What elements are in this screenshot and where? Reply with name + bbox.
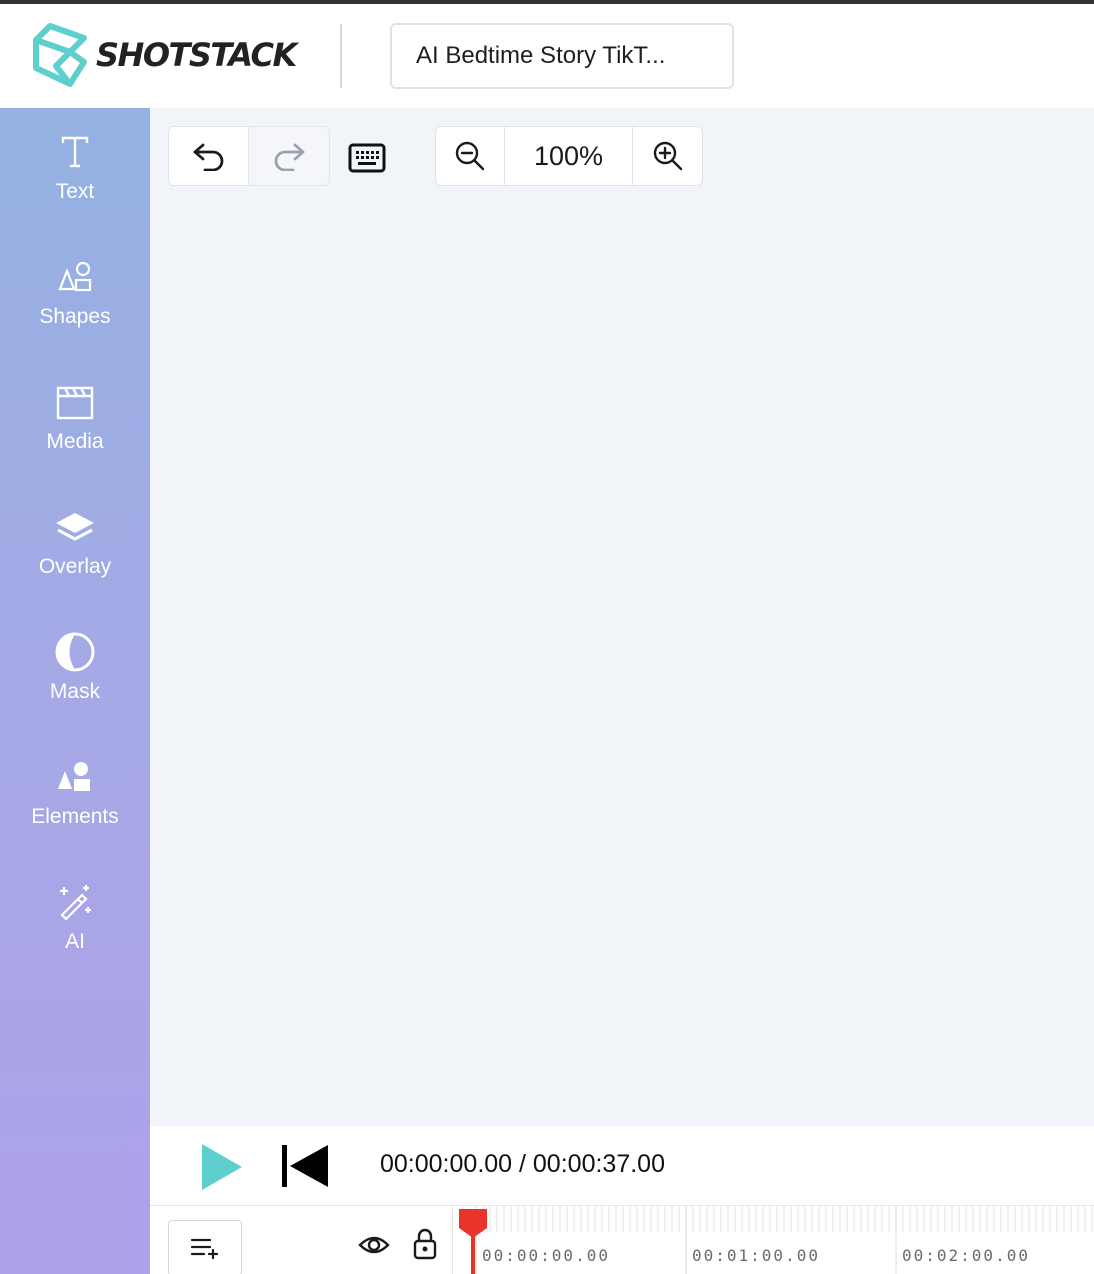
undo-icon xyxy=(193,143,223,171)
shapes-icon xyxy=(53,255,97,299)
ruler-tick-label: 00:02:00.00 xyxy=(902,1246,1030,1265)
zoom-level: 100% xyxy=(505,127,633,185)
ruler-tick-label: 00:01:00.00 xyxy=(692,1246,820,1265)
play-icon xyxy=(202,1144,242,1190)
zoom-controls: 100% xyxy=(435,126,703,186)
media-icon xyxy=(53,380,97,424)
sidebar-item-elements[interactable]: Elements xyxy=(0,733,150,843)
track-controls-divider xyxy=(452,1206,453,1274)
skip-to-start-button[interactable] xyxy=(280,1144,330,1188)
playhead[interactable] xyxy=(456,1206,490,1274)
toggle-visibility-button[interactable] xyxy=(358,1232,390,1258)
time-readout: 00:00:00.00 / 00:00:37.00 xyxy=(380,1150,665,1178)
overlay-icon xyxy=(53,505,97,549)
sidebar-item-overlay[interactable]: Overlay xyxy=(0,483,150,593)
timeline: 00:00:00.00 00:01:00.00 00:02:00.00 xyxy=(150,1206,1094,1274)
sidebar-item-mask[interactable]: Mask xyxy=(0,608,150,718)
timeline-ruler[interactable]: 00:00:00.00 00:01:00.00 00:02:00.00 xyxy=(468,1206,1094,1274)
sidebar-item-label: Text xyxy=(55,180,95,203)
header-divider xyxy=(340,24,342,88)
sidebar-item-ai[interactable]: AI xyxy=(0,858,150,968)
sidebar-item-label: Shapes xyxy=(39,305,111,328)
zoom-out-icon xyxy=(455,141,485,171)
brand-wordmark: SHOTSTACK xyxy=(96,36,297,74)
shotstack-logo[interactable]: SHOTSTACK xyxy=(30,22,297,88)
editor-canvas[interactable] xyxy=(150,108,1094,1126)
lock-icon xyxy=(413,1228,437,1260)
sidebar-item-label: Elements xyxy=(31,805,119,828)
play-button[interactable] xyxy=(200,1142,244,1192)
add-track-icon xyxy=(190,1238,219,1260)
eye-icon xyxy=(358,1236,390,1254)
keyboard-icon xyxy=(348,143,386,173)
sidebar-item-label: Media xyxy=(46,430,104,453)
ruler-tick-label: 00:00:00.00 xyxy=(482,1246,610,1265)
playhead-marker-icon xyxy=(459,1209,487,1274)
playback-bar: 00:00:00.00 / 00:00:37.00 xyxy=(150,1126,1094,1206)
ai-wand-icon xyxy=(53,880,97,924)
undo-button[interactable] xyxy=(169,127,249,185)
add-track-button[interactable] xyxy=(168,1220,242,1274)
toggle-lock-button[interactable] xyxy=(412,1228,438,1260)
tools-sidebar: Text Shapes Media Overlay Mask Elements xyxy=(0,108,150,1274)
sidebar-item-media[interactable]: Media xyxy=(0,358,150,468)
sidebar-item-label: AI xyxy=(65,930,85,953)
redo-button[interactable] xyxy=(249,127,329,185)
mask-icon xyxy=(53,630,97,674)
sidebar-item-text[interactable]: Text xyxy=(0,108,150,218)
zoom-in-icon xyxy=(653,141,682,171)
project-title-field[interactable]: AI Bedtime Story TikT... xyxy=(390,23,734,89)
sidebar-item-label: Overlay xyxy=(38,555,112,578)
app-header: SHOTSTACK AI Bedtime Story TikT... xyxy=(0,4,1094,108)
skip-back-icon xyxy=(282,1145,328,1187)
zoom-in-button[interactable] xyxy=(633,127,702,185)
elements-icon xyxy=(53,755,97,799)
zoom-out-button[interactable] xyxy=(436,127,505,185)
keyboard-shortcuts-button[interactable] xyxy=(344,138,390,178)
sidebar-item-shapes[interactable]: Shapes xyxy=(0,233,150,343)
sidebar-item-label: Mask xyxy=(49,680,101,703)
history-controls xyxy=(168,126,330,186)
text-icon xyxy=(53,130,97,174)
shotstack-logo-icon xyxy=(33,23,87,87)
redo-icon xyxy=(274,143,305,171)
